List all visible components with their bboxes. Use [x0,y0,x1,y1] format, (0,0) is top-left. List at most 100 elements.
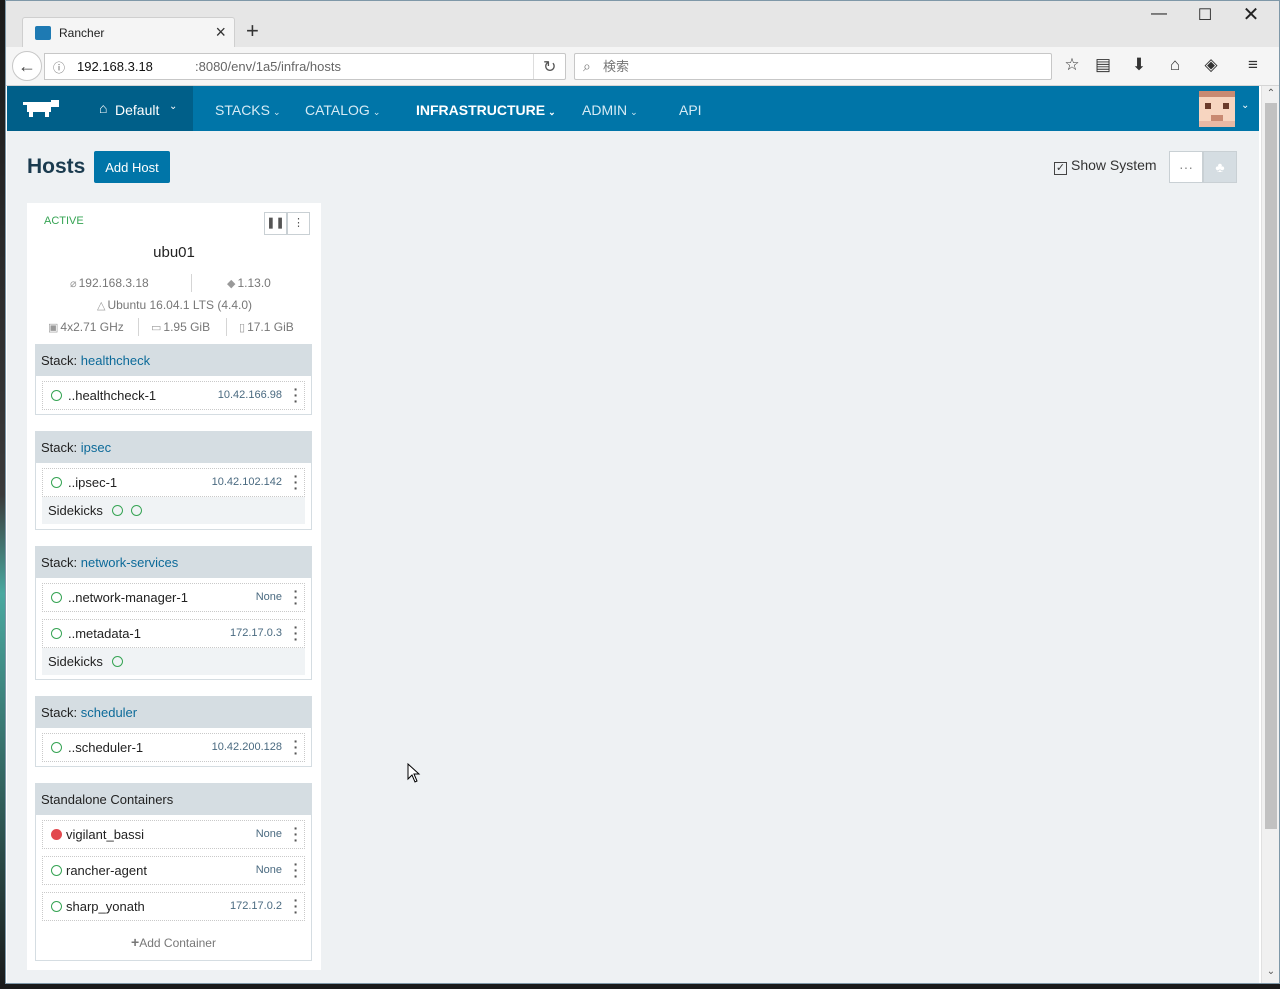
minimize-icon[interactable]: — [1136,5,1182,23]
container-name[interactable]: ..network-manager-1 [68,590,188,605]
reader-list-icon[interactable]: ▤ [1091,55,1115,75]
container-row: rancher-agent None · · · [42,856,305,885]
container-state-icon [51,592,62,603]
container-menu-icon[interactable]: · · · [292,857,300,883]
sidekick-state-icon[interactable] [111,505,123,516]
scroll-down-icon[interactable]: ⌄ [1262,966,1279,977]
container-ip: 172.17.0.2 [230,900,282,912]
container-menu-icon[interactable]: · · · [292,821,300,847]
url-bar[interactable]: ⓘ 192.168.3.18 :8080/env/1a5/infra/hosts… [44,53,566,80]
home-icon[interactable]: ⌂ [1163,55,1187,75]
docker-version: ◆ 1.13.0 [227,276,271,290]
host-card: ACTIVE ❚❚ ⋮ ubu01 ⌀ 192.168.3.18 ◆ 1.13.0 … [27,203,321,970]
close-window-icon[interactable]: ✕ [1228,2,1274,27]
pocket-icon[interactable]: ◈ [1199,55,1223,75]
stack-prefix: Stack: [41,353,81,368]
grouped-view-button[interactable]: ♣ [1203,151,1237,183]
container-name[interactable]: sharp_yonath [66,899,145,914]
show-system-toggle[interactable]: ✓ Show System [1054,157,1157,175]
container-name[interactable]: vigilant_bassi [66,827,144,842]
container-row: ..network-manager-1 None · · · [42,583,305,612]
host-state-badge: ACTIVE [44,215,84,227]
chevron-down-icon[interactable]: ⌄ [1241,100,1249,111]
stack-network-services: Stack: network-services ..network-manage… [35,546,312,680]
title-bar: Rancher × + — ☐ ✕ [6,1,1279,49]
stack-healthcheck: Stack: healthcheck ..healthcheck-1 10.42… [35,344,312,415]
reload-icon[interactable]: ↻ [543,57,556,77]
container-name[interactable]: ..scheduler-1 [68,740,143,755]
chevron-down-icon: ⌄ [548,107,556,117]
standalone-containers: Standalone Containers vigilant_bassi Non… [35,783,312,961]
link-icon: ⌀ [70,278,77,290]
divider [191,274,192,292]
stack-link-ipsec[interactable]: ipsec [81,440,111,455]
environment-switcher[interactable]: ⌂ Default ⌄ [77,86,193,131]
container-name[interactable]: ..ipsec-1 [68,475,117,490]
menu-admin[interactable]: ADMIN ⌄ [582,102,638,118]
container-row: ..metadata-1 172.17.0.3 · · · [42,619,305,648]
site-info-icon[interactable]: ⓘ [53,59,65,76]
maximize-icon[interactable]: ☐ [1182,5,1228,25]
show-system-label: Show System [1071,157,1157,173]
tab-title: Rancher [59,26,105,40]
scroll-up-icon[interactable]: ⌃ [1262,88,1279,99]
pause-button[interactable]: ❚❚ [264,212,287,235]
tab-close-icon[interactable]: × [215,22,226,43]
host-name: ubu01 [153,244,195,261]
menu-infrastructure-label: INFRASTRUCTURE [416,102,546,118]
new-tab-icon[interactable]: + [246,19,259,43]
avatar-icon [1199,91,1235,127]
menu-infrastructure[interactable]: INFRASTRUCTURE ⌄ [416,102,556,118]
menu-stacks-label: STACKS [215,102,270,118]
sidekick-state-icon[interactable] [111,656,123,667]
container-ip: 10.42.166.98 [217,389,282,401]
container-menu-icon[interactable]: · · · [292,620,300,646]
menu-catalog-label: CATALOG [305,102,370,118]
menu-stacks[interactable]: STACKS ⌄ [215,102,281,118]
stack-header: Stack: healthcheck [36,345,311,376]
container-row: ..scheduler-1 10.42.200.128 · · · [42,733,305,762]
stack-link-healthcheck[interactable]: healthcheck [81,353,150,368]
host-memory: ▭ 1.95 GiB [151,320,210,334]
menu-api[interactable]: API [679,102,702,118]
view-mode-switcher: ··· ♣ [1169,151,1237,183]
container-state-icon [51,901,62,912]
container-menu-icon[interactable]: · · · [292,584,300,610]
scrollbar-thumb[interactable] [1265,103,1277,829]
add-host-button[interactable]: Add Host [94,151,170,183]
menu-catalog[interactable]: CATALOG ⌄ [305,102,380,118]
list-view-button[interactable]: ··· [1169,151,1203,183]
page-scrollbar[interactable]: ⌃ ⌄ [1261,86,1279,983]
container-menu-icon[interactable]: · · · [292,734,300,760]
container-name[interactable]: rancher-agent [66,863,147,878]
stack-link-scheduler[interactable]: scheduler [81,705,137,720]
add-container-link[interactable]: +Add Container [36,934,311,950]
container-state-icon [51,477,62,488]
rancher-logo[interactable] [7,86,77,131]
host-os-value: Ubuntu 16.04.1 LTS (4.4.0) [107,298,253,312]
menu-api-label: API [679,102,702,118]
container-name[interactable]: ..healthcheck-1 [68,388,156,403]
search-input[interactable] [603,57,1043,77]
host-memory-value: 1.95 GiB [163,320,211,334]
host-more-menu-button[interactable]: ⋮ [287,212,310,235]
container-menu-icon[interactable]: · · · [292,469,300,495]
stack-link-network-services[interactable]: network-services [81,555,179,570]
bookmark-star-icon[interactable]: ☆ [1060,55,1084,75]
container-menu-icon[interactable]: · · · [292,382,300,408]
back-arrow-icon[interactable]: ← [12,51,42,81]
container-menu-icon[interactable]: · · · [292,893,300,919]
divider [138,318,139,336]
sidekicks-row: Sidekicks [42,497,305,524]
hamburger-menu-icon[interactable]: ≡ [1241,55,1265,75]
container-error-state-icon [51,829,62,840]
download-icon[interactable]: ⬇ [1127,55,1151,75]
browser-tab[interactable]: Rancher × [22,17,235,49]
checkbox-checked-icon[interactable]: ✓ [1054,162,1067,175]
sidekick-state-icon[interactable] [131,505,143,516]
search-bar[interactable]: ⌕ [574,53,1052,80]
container-name[interactable]: ..metadata-1 [68,626,141,641]
main-content: Hosts Add Host ✓ Show System ··· ♣ ACTIVE… [7,131,1259,983]
background-desktop-bottom [0,984,1280,989]
user-avatar[interactable] [1199,91,1235,127]
